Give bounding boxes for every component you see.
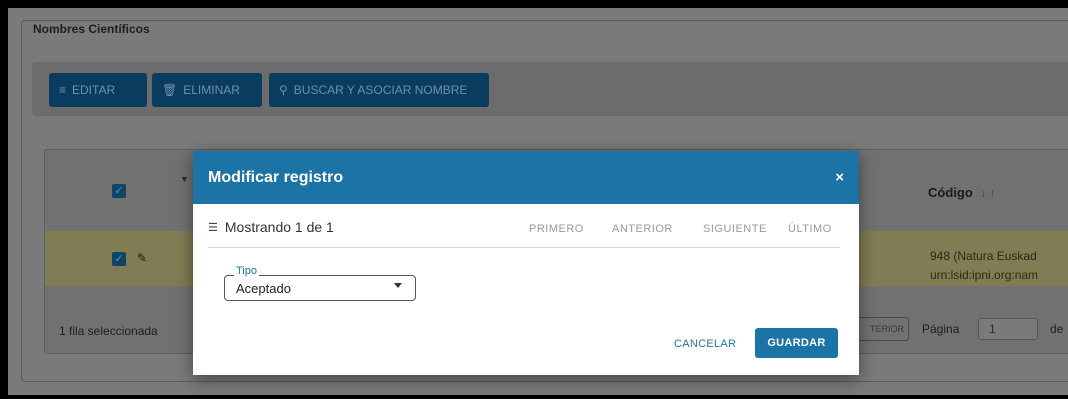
ultimo-link[interactable]: ÚLTIMO — [788, 223, 832, 235]
list-icon: ☰ — [208, 221, 218, 234]
pagina-label: Página — [922, 322, 960, 336]
buscar-label: BUSCAR Y ASOCIAR NOMBRE — [293, 83, 468, 97]
cancel-button[interactable]: CANCELAR — [674, 338, 736, 350]
select-all-checkbox[interactable]: ✓ — [112, 184, 126, 198]
codigo-line: urn:lsid:ipni.org:nam — [930, 268, 1039, 282]
save-button[interactable]: GUARDAR — [755, 328, 838, 358]
editar-label: EDITAR — [72, 83, 116, 97]
siguiente-link[interactable]: SIGUIENTE — [703, 223, 767, 235]
chevron-down-icon[interactable] — [394, 283, 402, 288]
column-header-label: Código — [928, 185, 973, 200]
showing-label: Mostrando 1 de 1 — [224, 219, 334, 235]
buscar-asociar-button[interactable]: ⚲ BUSCAR Y ASOCIAR NOMBRE — [269, 73, 489, 107]
tipo-value[interactable]: Aceptado — [236, 281, 291, 296]
selected-count: 1 fila seleccionada — [59, 324, 158, 338]
editar-button[interactable]: ≡ EDITAR — [49, 73, 147, 107]
dialog-header: Modificar registro × — [193, 151, 859, 204]
dialog-title: Modificar registro — [208, 168, 344, 186]
tipo-label: Tipo — [234, 265, 259, 277]
codigo-cell: 948 (Natura Euskad urn:lsid:ipni.org:nam — [930, 247, 1038, 285]
caret-down-icon[interactable]: ▼ — [180, 174, 189, 184]
column-header-codigo[interactable]: Código ↓ ↑ — [928, 185, 996, 200]
sort-arrows-icon[interactable]: ↓ ↑ — [980, 186, 995, 200]
record-navigation: ☰ Mostrando 1 de 1 PRIMERO ANTERIOR SIGU… — [208, 204, 840, 248]
section-title: Nombres Científicos — [29, 22, 154, 36]
anterior-page-button[interactable]: TERIOR — [855, 317, 909, 341]
record-count: ☰ Mostrando 1 de 1 — [208, 219, 334, 235]
anterior-link[interactable]: ANTERIOR — [612, 223, 673, 235]
page-of-label: de — [1050, 322, 1064, 336]
pencil-icon[interactable]: ✎ — [137, 251, 147, 265]
page-number-input[interactable]: 1 — [978, 318, 1038, 340]
eliminar-label: ELIMINAR — [183, 83, 240, 97]
primero-link[interactable]: PRIMERO — [529, 223, 584, 235]
codigo-line: 948 (Natura Euskad — [930, 249, 1037, 263]
modificar-registro-dialog: Modificar registro × ☰ Mostrando 1 de 1 … — [193, 151, 859, 375]
close-icon[interactable]: × — [835, 169, 844, 186]
row-checkbox[interactable]: ✓ — [112, 252, 126, 266]
edit-list-icon: ≡ — [59, 83, 67, 97]
search-icon: ⚲ — [279, 83, 288, 97]
eliminar-button[interactable]: 🗑 ELIMINAR — [152, 73, 262, 107]
trash-icon: 🗑 — [162, 83, 178, 97]
